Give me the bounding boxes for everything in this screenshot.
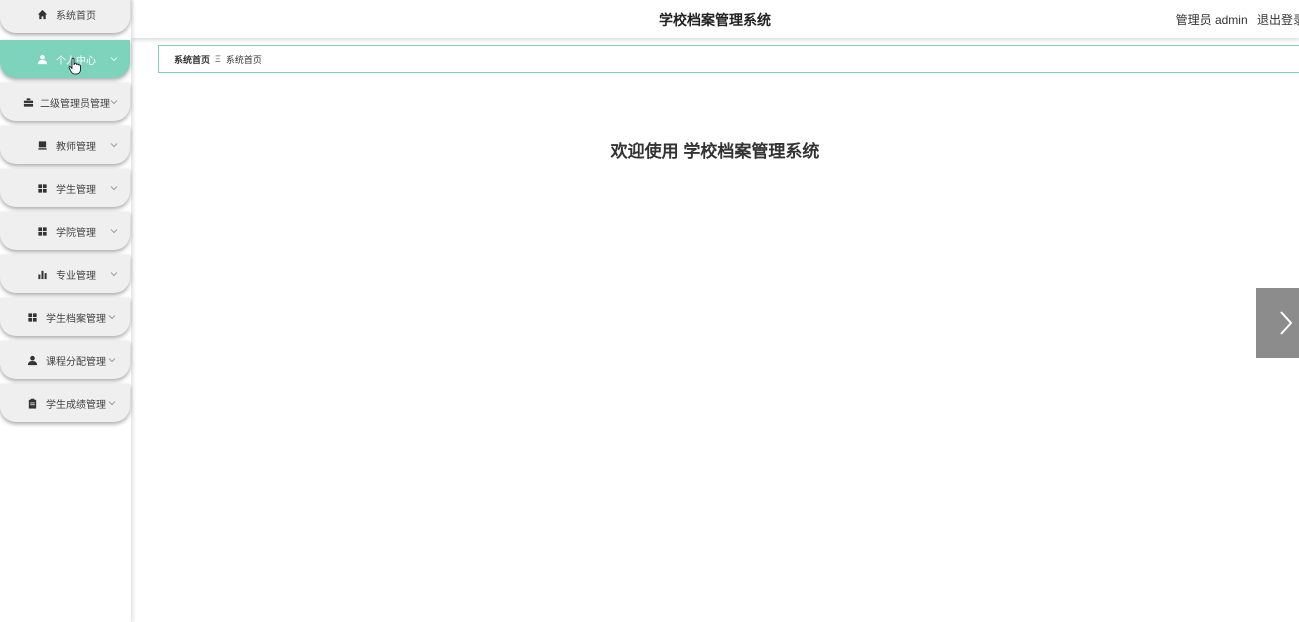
chevron-down-icon xyxy=(108,358,116,363)
chevron-down-icon xyxy=(110,143,118,148)
sidebar-item-label: 专业管理 xyxy=(56,270,96,282)
grid-icon xyxy=(36,182,48,194)
user-icon xyxy=(36,53,48,65)
sidebar-item-teacher[interactable]: 教师管理 xyxy=(0,126,130,164)
sidebar-item-major[interactable]: 专业管理 xyxy=(0,255,130,293)
chevron-down-icon xyxy=(108,315,116,320)
chevron-down-icon xyxy=(110,57,118,62)
sidebar-item-college[interactable]: 学院管理 xyxy=(0,212,130,250)
clipboard-icon xyxy=(26,397,38,409)
breadcrumb-current: 系统首页 xyxy=(225,54,262,65)
app-title: 学校档案管理系统 xyxy=(659,12,771,28)
sidebar-item-label: 学生成绩管理 xyxy=(46,399,106,411)
next-button[interactable] xyxy=(1256,288,1299,358)
sidebar-item-label: 课程分配管理 xyxy=(46,356,106,368)
sidebar-item-sub-admin[interactable]: 二级管理员管理 xyxy=(0,83,130,121)
home-icon xyxy=(36,8,48,20)
welcome-heading: 欢迎使用 学校档案管理系统 xyxy=(610,142,820,161)
chevron-down-icon xyxy=(110,229,118,234)
sidebar-item-label: 系统首页 xyxy=(56,10,96,22)
sidebar-item-label: 教师管理 xyxy=(56,141,96,153)
grid-icon xyxy=(26,311,38,323)
sidebar-item-home[interactable]: 系统首页 xyxy=(0,0,130,33)
chevron-down-icon xyxy=(110,186,118,191)
sidebar: 系统首页 个人中心 二级管理员管理 教师管理 学生管理 学院管理 专业管理 学生… xyxy=(0,0,131,622)
sidebar-item-label: 学生档案管理 xyxy=(46,313,106,325)
grid-icon xyxy=(36,225,48,237)
briefcase-icon xyxy=(22,96,34,108)
breadcrumb-separator: Ξ xyxy=(215,54,221,64)
sidebar-item-label: 学院管理 xyxy=(56,227,96,239)
chevron-down-icon xyxy=(108,401,116,406)
sidebar-item-student-archive[interactable]: 学生档案管理 xyxy=(0,298,130,336)
top-bar: 学校档案管理系统 管理员 admin 退出登录 xyxy=(131,0,1299,38)
sidebar-item-label: 二级管理员管理 xyxy=(40,98,110,110)
chevron-down-icon xyxy=(110,100,118,105)
hand-cursor-icon xyxy=(68,57,81,75)
breadcrumb: 系统首页 Ξ 系统首页 xyxy=(158,45,1299,73)
user-label: 管理员 admin xyxy=(1175,13,1248,27)
user-area: 管理员 admin 退出登录 xyxy=(1170,11,1299,28)
sidebar-item-student-score[interactable]: 学生成绩管理 xyxy=(0,384,130,422)
breadcrumb-home-link[interactable]: 系统首页 xyxy=(174,53,210,66)
logout-link[interactable]: 退出登录 xyxy=(1257,13,1299,27)
sidebar-item-label: 学生管理 xyxy=(56,184,96,196)
chevron-down-icon xyxy=(110,272,118,277)
sidebar-item-student[interactable]: 学生管理 xyxy=(0,169,130,207)
sidebar-item-course-assign[interactable]: 课程分配管理 xyxy=(0,341,130,379)
bar-chart-icon xyxy=(36,268,48,280)
sidebar-item-personal-center[interactable]: 个人中心 xyxy=(0,40,130,78)
user-icon xyxy=(26,354,38,366)
chevron-right-icon xyxy=(1280,311,1293,335)
monitor-icon xyxy=(36,139,48,151)
